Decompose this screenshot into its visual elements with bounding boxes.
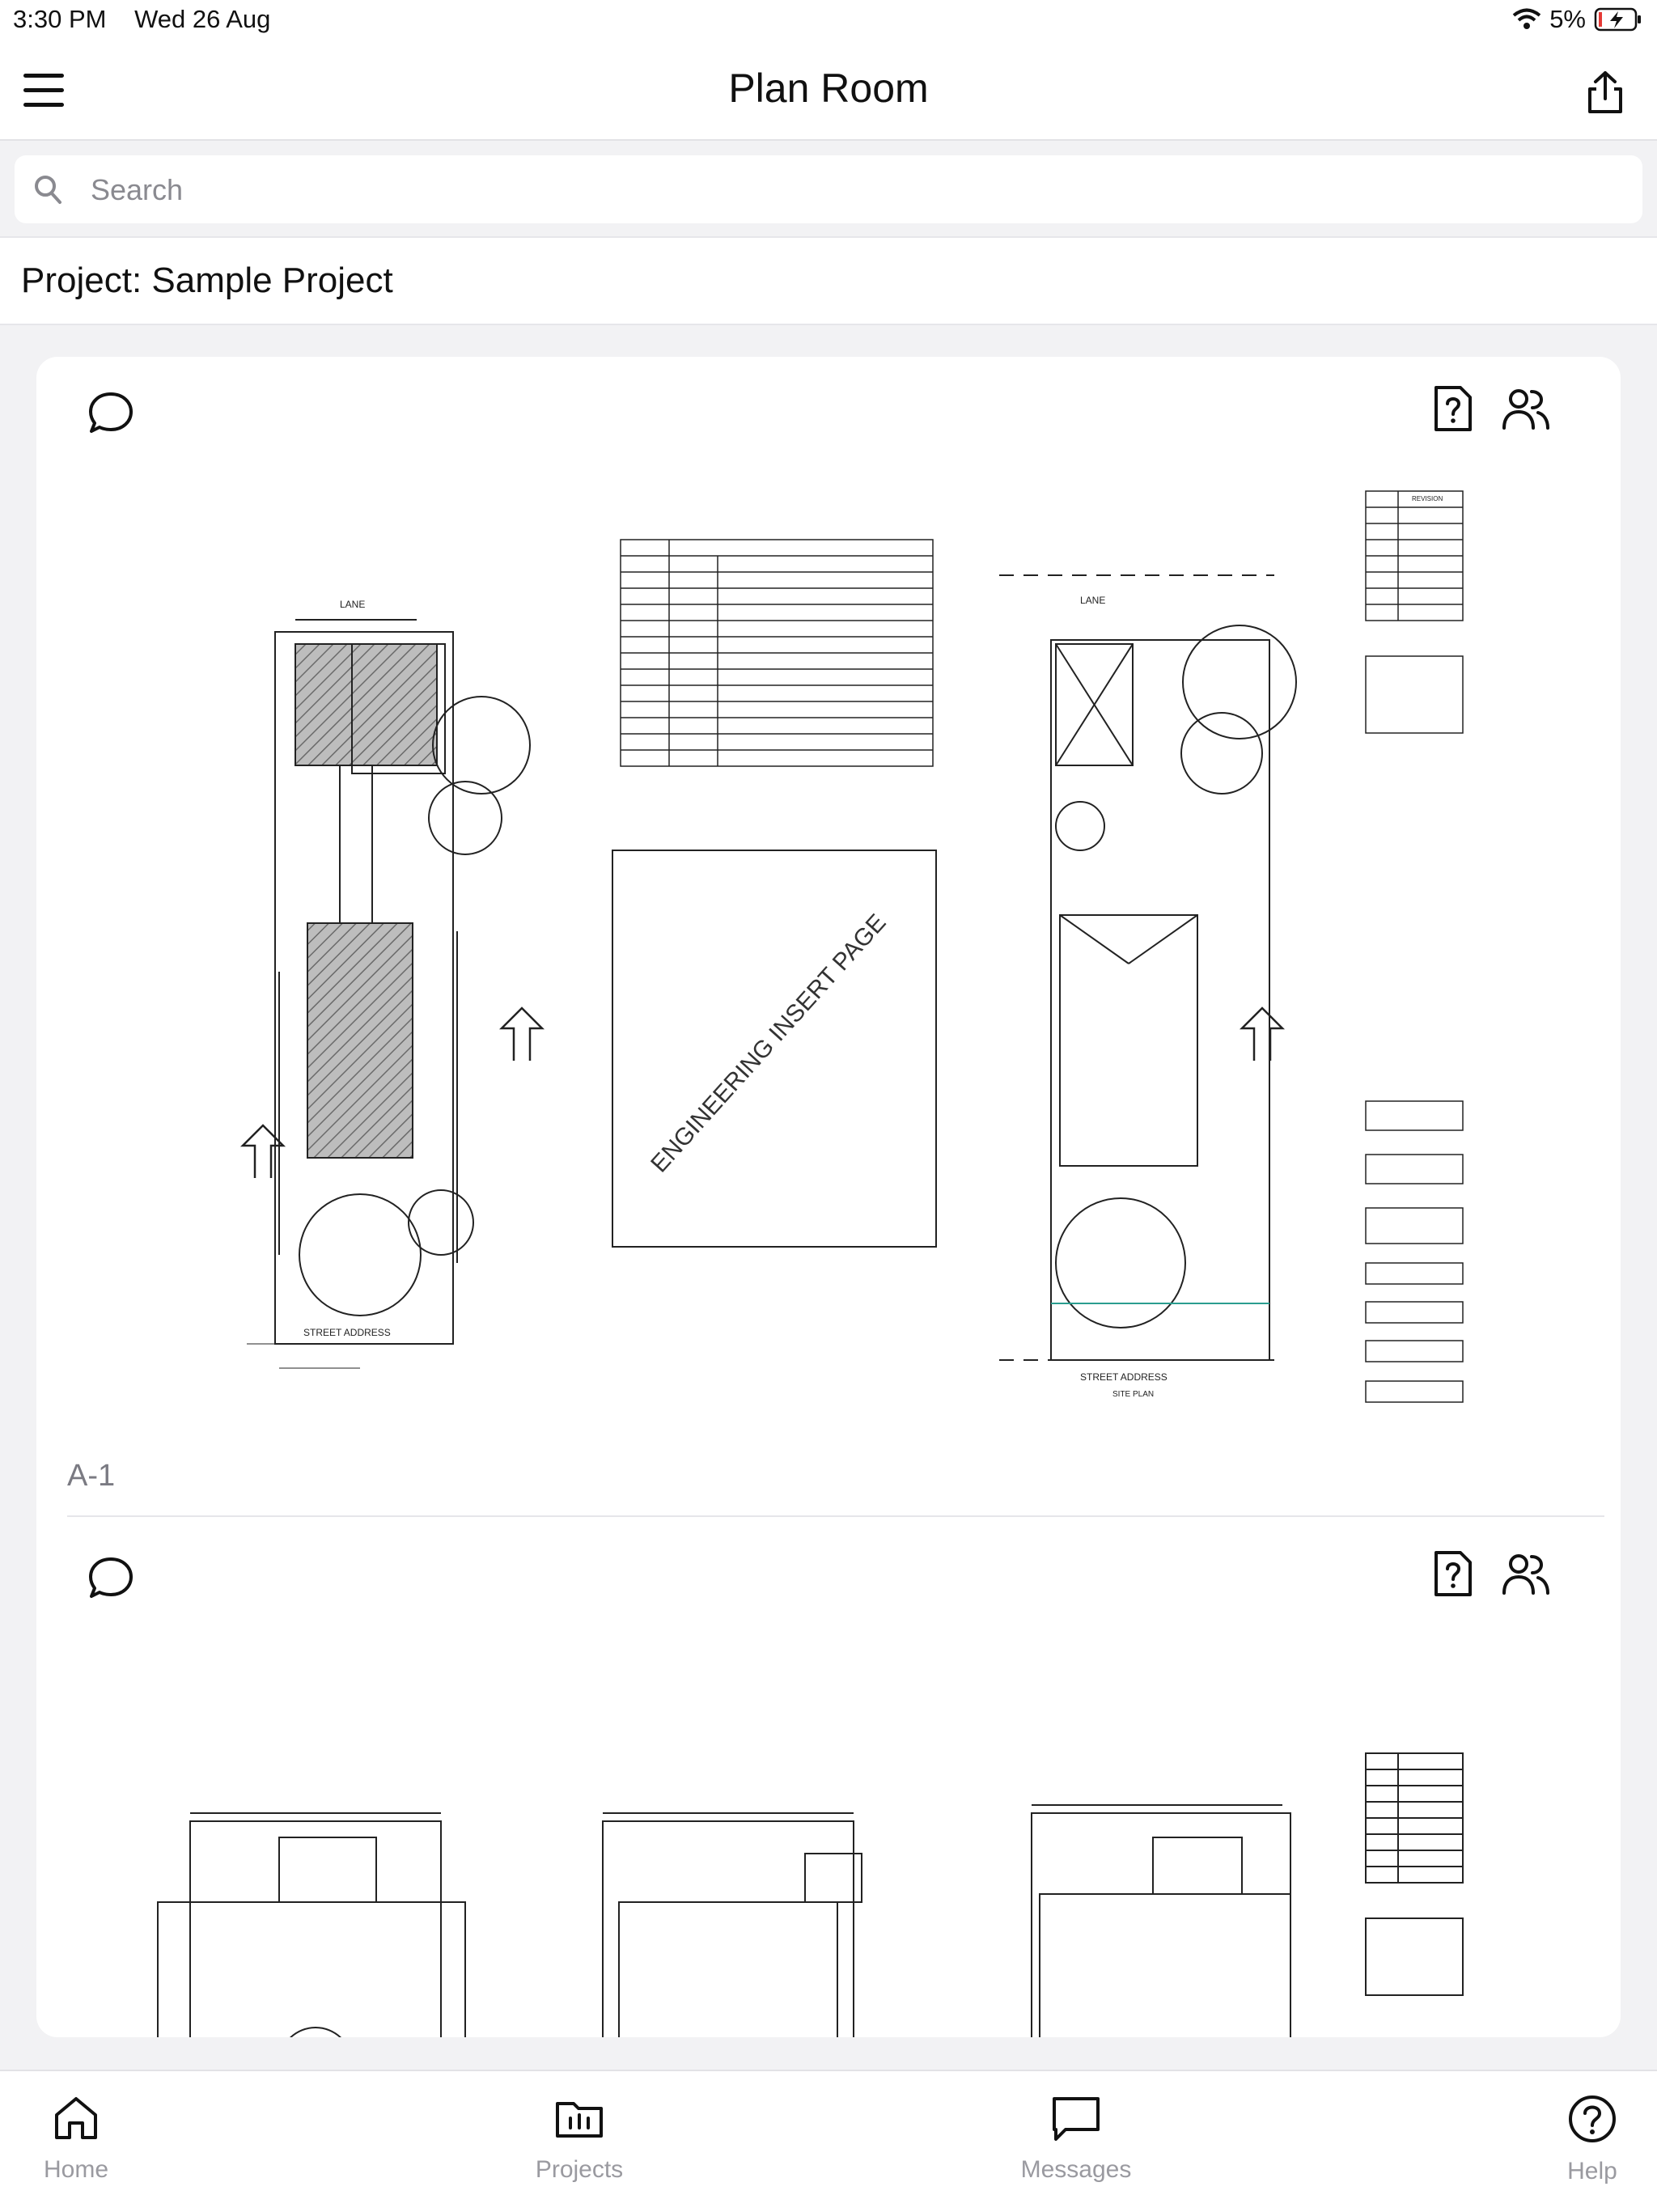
users-icon: [1502, 1554, 1549, 1595]
tab-help[interactable]: Help: [1511, 2094, 1657, 2185]
tab-home-label: Home: [43, 2156, 109, 2183]
messages-icon: [1053, 2097, 1100, 2141]
document-question-icon: [1435, 1551, 1472, 1596]
sheet-divider: [67, 1515, 1604, 1517]
projects-folder-icon: [556, 2102, 603, 2138]
share-button[interactable]: [1579, 66, 1631, 118]
share-with-users-button[interactable]: [1501, 1551, 1551, 1602]
status-bar: 3:30 PM Wed 26 Aug 5%: [0, 0, 1657, 42]
tab-messages[interactable]: Messages: [995, 2094, 1157, 2184]
sheet-card[interactable]: LANE STREET ADDRESS ENGINEERING INSERT P…: [36, 357, 1621, 1522]
lane-label-2: LANE: [1080, 595, 1105, 606]
street-address-label-2: STREET ADDRESS: [1080, 1371, 1168, 1383]
search-field[interactable]: [15, 155, 1642, 223]
project-header: Project: Sample Project: [0, 236, 1657, 325]
engineering-insert-label: ENGINEERING INSERT PAGE: [646, 909, 891, 1178]
share-icon: [1588, 71, 1622, 113]
battery-charging-icon: [1594, 7, 1641, 32]
tab-projects[interactable]: Projects: [498, 2094, 660, 2184]
status-date: Wed 26 Aug: [134, 5, 271, 33]
sheet-card[interactable]: [36, 1522, 1621, 2037]
home-icon: [55, 2097, 97, 2139]
sheet-label: A-1: [67, 1459, 116, 1493]
help-icon: [1569, 2095, 1616, 2142]
title-block-drawing: REVISION: [1365, 490, 1464, 1403]
page-title: Plan Room: [728, 66, 929, 111]
floor-plan-drawing: LANE STREET ADDRESS: [239, 599, 545, 1369]
zoning-table-drawing: [620, 539, 934, 767]
search-icon: [35, 176, 61, 204]
nav-bar: Plan Room: [0, 42, 1657, 141]
engineering-insert-drawing: ENGINEERING INSERT PAGE: [612, 850, 937, 1248]
battery-percent: 5%: [1549, 5, 1586, 33]
users-icon: [1502, 389, 1549, 430]
sheet-list[interactable]: LANE STREET ADDRESS ENGINEERING INSERT P…: [36, 357, 1621, 2037]
tab-projects-label: Projects: [535, 2156, 624, 2183]
comment-button[interactable]: [87, 1554, 135, 1607]
wifi-icon: [1512, 8, 1541, 29]
site-plan-label: SITE PLAN: [1112, 1390, 1154, 1399]
help-document-button[interactable]: [1431, 1549, 1475, 1602]
street-address-label-1: STREET ADDRESS: [303, 1327, 391, 1338]
revision-label: REVISION: [1412, 495, 1443, 502]
tab-home[interactable]: Home: [0, 2094, 157, 2184]
status-time: 3:30 PM: [13, 5, 107, 33]
help-document-button[interactable]: [1431, 384, 1475, 437]
comment-button[interactable]: [87, 389, 135, 442]
tab-messages-label: Messages: [1020, 2156, 1132, 2183]
site-plan-drawing: LANE STREET ADDRESS SITE PLAN: [999, 574, 1297, 1399]
tab-help-label: Help: [1567, 2158, 1617, 2184]
speech-bubble-icon: [89, 1557, 133, 1598]
sheet-thumbnail[interactable]: [36, 1611, 1621, 2037]
lane-label: LANE: [340, 599, 365, 610]
share-with-users-button[interactable]: [1501, 386, 1551, 437]
tab-bar: Home Projects Messages Help: [0, 2070, 1657, 2212]
project-label: Project: Sample Project: [21, 261, 393, 300]
speech-bubble-icon: [89, 392, 133, 433]
search-bar-container: [0, 141, 1657, 236]
document-question-icon: [1435, 386, 1472, 431]
search-input[interactable]: [89, 165, 1613, 215]
floor-plans-drawing: [157, 1752, 1464, 2037]
